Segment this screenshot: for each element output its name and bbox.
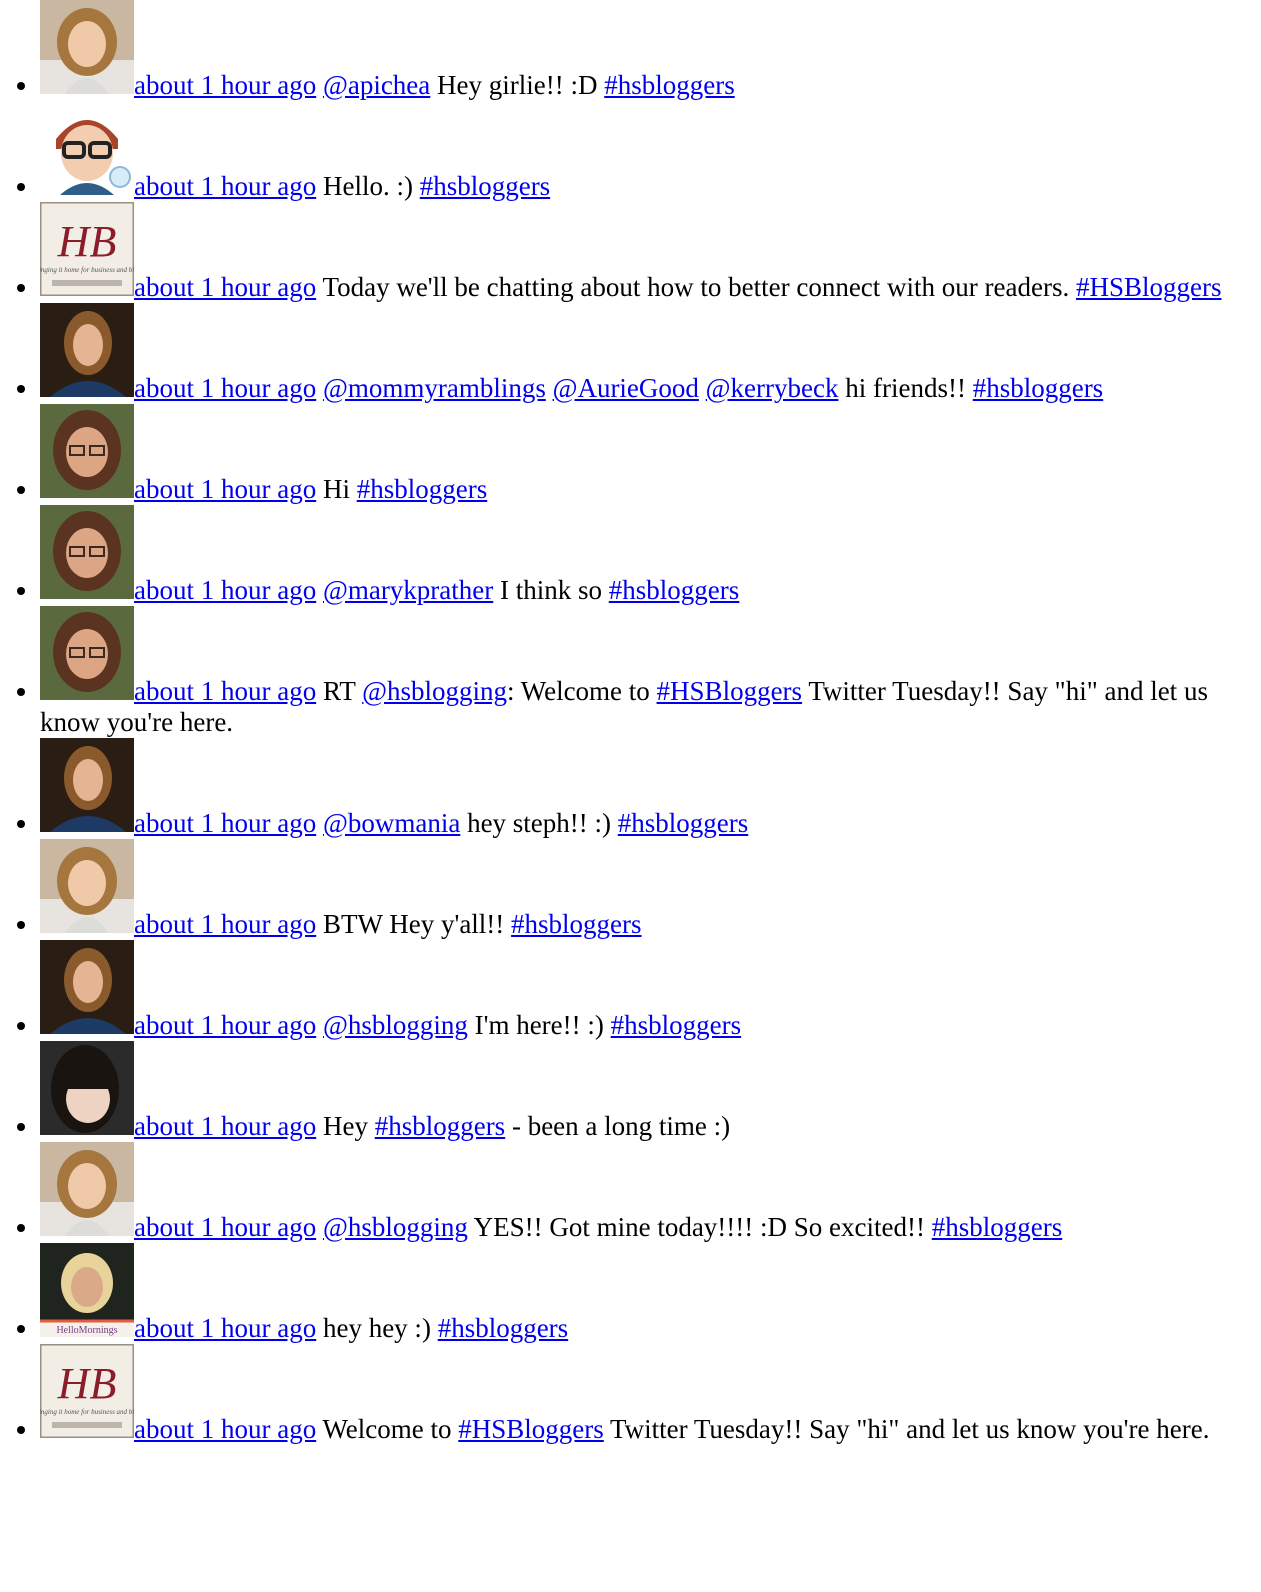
hashtag-link[interactable]: #hsbloggers (973, 373, 1104, 403)
tweet-item: about 1 hour ago Hello. :) #hsbloggers (40, 101, 1261, 202)
avatar-cartoon-glasses[interactable] (40, 101, 134, 195)
tweet-text: hey hey :) (322, 1313, 438, 1343)
tweet-item: about 1 hour ago @apichea Hey girlie!! :… (40, 0, 1261, 101)
mention-link[interactable]: @apichea (323, 70, 430, 100)
tweet-text (546, 373, 553, 403)
tweet-timestamp-link[interactable]: about 1 hour ago (134, 1212, 316, 1242)
avatar-woman-dark-bg[interactable] (40, 303, 134, 397)
tweet-timestamp-link[interactable]: about 1 hour ago (134, 909, 316, 939)
tweet-timestamp-link[interactable]: about 1 hour ago (134, 171, 316, 201)
tweet-item: about 1 hour ago @bowmania hey steph!! :… (40, 738, 1261, 839)
tweet-item: about 1 hour ago BTW Hey y'all!! #hsblog… (40, 839, 1261, 940)
tweet-text: Hi (322, 474, 357, 504)
tweet-text: - been a long time :) (505, 1111, 731, 1141)
tweet-timestamp-link[interactable]: about 1 hour ago (134, 808, 316, 838)
tweet-text: Hello. :) (322, 171, 420, 201)
avatar-hb-logo[interactable]: HB bringing it home for business and blo… (40, 1344, 134, 1438)
tweet-item: about 1 hour ago @hsblogging I'm here!! … (40, 940, 1261, 1041)
hashtag-link[interactable]: #HSBloggers (657, 676, 803, 706)
tweet-text (699, 373, 706, 403)
tweet-text: Hey girlie!! :D (430, 70, 605, 100)
svg-text:HB: HB (57, 1359, 117, 1408)
tweet-text: hey steph!! :) (460, 808, 618, 838)
mention-link[interactable]: @mommyramblings (323, 373, 546, 403)
tweet-timestamp-link[interactable]: about 1 hour ago (134, 1414, 316, 1444)
tweet-timestamp-link[interactable]: about 1 hour ago (134, 1111, 316, 1141)
mention-link[interactable]: @AurieGood (553, 373, 699, 403)
mention-link[interactable]: @hsblogging (323, 1212, 468, 1242)
tweet-text: : Welcome to (507, 676, 657, 706)
avatar-hb-logo[interactable]: HB bringing it home for business and blo… (40, 202, 134, 296)
tweet-item: HB bringing it home for business and blo… (40, 1344, 1261, 1445)
svg-text:bringing it home for business: bringing it home for business and blog (40, 266, 134, 274)
tweet-text: hi friends!! (838, 373, 973, 403)
tweet-text: BTW Hey y'all!! (322, 909, 512, 939)
hashtag-link[interactable]: #hsbloggers (604, 70, 735, 100)
tweet-item: HB bringing it home for business and blo… (40, 202, 1261, 303)
hashtag-link[interactable]: #hsbloggers (611, 1010, 742, 1040)
tweet-text: YES!! Got mine today!!!! :D So excited!! (467, 1212, 932, 1242)
hashtag-link[interactable]: #hsbloggers (357, 474, 488, 504)
tweet-timestamp-link[interactable]: about 1 hour ago (134, 575, 316, 605)
hashtag-link[interactable]: #hsbloggers (375, 1111, 506, 1141)
tweet-text: Today we'll be chatting about how to bet… (322, 272, 1076, 302)
tweet-feed: about 1 hour ago @apichea Hey girlie!! :… (0, 0, 1261, 1445)
tweet-timestamp-link[interactable]: about 1 hour ago (134, 1313, 316, 1343)
tweet-item: about 1 hour ago @hsblogging YES!! Got m… (40, 1142, 1261, 1243)
tweet-timestamp-link[interactable]: about 1 hour ago (134, 676, 316, 706)
tweet-item: HelloMornings about 1 hour ago hey hey :)… (40, 1243, 1261, 1344)
hashtag-link[interactable]: #hsbloggers (618, 808, 749, 838)
tweet-text: Hey (322, 1111, 375, 1141)
tweet-text: I'm here!! :) (467, 1010, 611, 1040)
avatar-woman-curly-hair[interactable] (40, 1142, 134, 1236)
hashtag-link[interactable]: #hsbloggers (438, 1313, 569, 1343)
avatar-woman-dark-bg[interactable] (40, 738, 134, 832)
tweet-text: I think so (493, 575, 609, 605)
hashtag-link[interactable]: #hsbloggers (420, 171, 551, 201)
hashtag-link[interactable]: #HSBloggers (458, 1414, 604, 1444)
hashtag-link[interactable]: #hsbloggers (609, 575, 740, 605)
tweet-item: about 1 hour ago @marykprather I think s… (40, 505, 1261, 606)
hashtag-link[interactable]: #HSBloggers (1076, 272, 1222, 302)
mention-link[interactable]: @marykprather (323, 575, 493, 605)
svg-text:bringing it home for business: bringing it home for business and blog (40, 1408, 134, 1416)
tweet-timestamp-link[interactable]: about 1 hour ago (134, 474, 316, 504)
avatar-woman-glasses[interactable] (40, 606, 134, 700)
tweet-timestamp-link[interactable]: about 1 hour ago (134, 1010, 316, 1040)
mention-link[interactable]: @bowmania (323, 808, 460, 838)
hashtag-link[interactable]: #hsbloggers (511, 909, 642, 939)
mention-link[interactable]: @kerrybeck (706, 373, 839, 403)
avatar-woman-curly-hair[interactable] (40, 0, 134, 94)
tweet-timestamp-link[interactable]: about 1 hour ago (134, 70, 316, 100)
tweet-item: about 1 hour ago RT @hsblogging: Welcome… (40, 606, 1261, 738)
avatar-woman-dark-bg[interactable] (40, 940, 134, 1034)
mention-link[interactable]: @hsblogging (362, 676, 507, 706)
hashtag-link[interactable]: #hsbloggers (932, 1212, 1063, 1242)
tweet-text: Welcome to (322, 1414, 459, 1444)
tweet-item: about 1 hour ago Hey #hsbloggers - been … (40, 1041, 1261, 1142)
tweet-timestamp-link[interactable]: about 1 hour ago (134, 373, 316, 403)
avatar-woman-curly-hair[interactable] (40, 839, 134, 933)
tweet-text: RT (322, 676, 363, 706)
avatar-woman-bangs[interactable] (40, 1041, 134, 1135)
mention-link[interactable]: @hsblogging (323, 1010, 468, 1040)
avatar-woman-glasses[interactable] (40, 404, 134, 498)
tweet-item: about 1 hour ago @mommyramblings @AurieG… (40, 303, 1261, 404)
avatar-woman-glasses[interactable] (40, 505, 134, 599)
avatar-hello-mornings[interactable]: HelloMornings (40, 1243, 134, 1337)
tweet-item: about 1 hour ago Hi #hsbloggers (40, 404, 1261, 505)
svg-text:HelloMornings: HelloMornings (56, 1325, 117, 1336)
svg-text:HB: HB (57, 217, 117, 266)
tweet-timestamp-link[interactable]: about 1 hour ago (134, 272, 316, 302)
tweet-text: Twitter Tuesday!! Say "hi" and let us kn… (603, 1414, 1210, 1444)
